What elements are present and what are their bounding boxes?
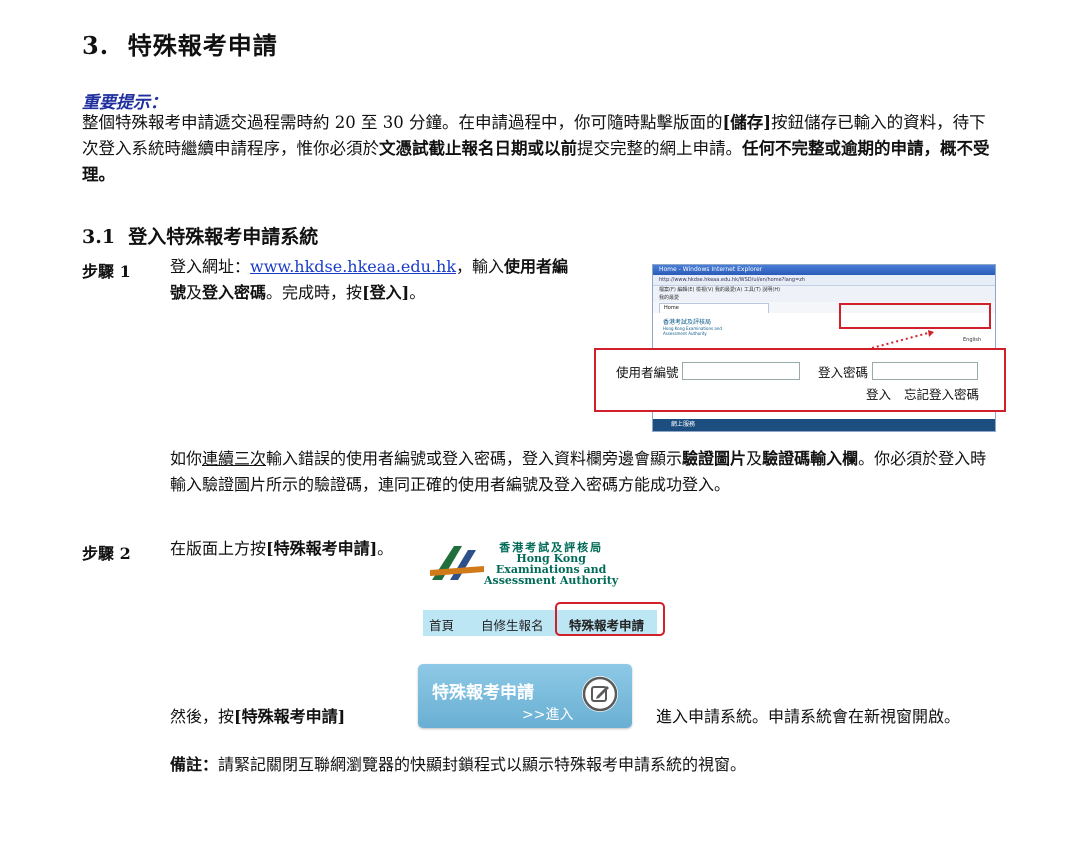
apply-button-title: 特殊報考申請	[432, 683, 534, 703]
login-link[interactable]: 登入	[866, 384, 891, 403]
online-services-bar: 網上服務	[653, 419, 995, 431]
browser-favorites: 我的最愛	[653, 294, 995, 302]
subsection-title: 3.1 登入特殊報考申請系統	[82, 226, 319, 248]
hkeaa-logo-mark	[430, 546, 484, 580]
mini-logo-en: Hong Kong Examinations and Assessment Au…	[663, 326, 722, 336]
edit-icon	[582, 676, 618, 712]
step2-then-text: 然後，按[特殊報考申請]	[170, 707, 346, 726]
mini-english-link: English	[963, 337, 982, 343]
step2-label: 步驟 2	[82, 544, 131, 563]
browser-menu: 檔案(F) 編輯(E) 檢視(V) 我的最愛(A) 工具(T) 說明(H)	[653, 286, 995, 294]
user-id-label: 使用者編號	[616, 365, 679, 380]
mini-logo-cn: 香港考試及評核局	[663, 319, 712, 326]
section-title: 3. 特殊報考申請	[82, 31, 278, 60]
step2-text: 在版面上方按[特殊報考申請]。	[170, 539, 394, 558]
apply-button-enter: >>進入	[522, 707, 574, 723]
special-application-button[interactable]: 特殊報考申請 >>進入	[418, 664, 632, 728]
step2-after-text: 進入申請系統。申請系統會在新視窗開啟。	[656, 707, 961, 726]
remark: 備註：請緊記關閉互聯網瀏覽器的快顯封鎖程式以顯示特殊報考申請系統的視窗。	[170, 755, 747, 774]
password-input[interactable]	[872, 362, 978, 380]
user-id-input[interactable]	[682, 362, 800, 380]
forgot-password-link[interactable]: 忘記登入密碼	[904, 384, 979, 403]
nav-self-study[interactable]: 自修生報名	[481, 615, 544, 634]
hkeaa-logo-text: 香港考試及評核局 Hong Kong Examinations and Asse…	[484, 542, 618, 586]
password-label: 登入密碼	[818, 365, 869, 380]
logo-en-3: Assessment Authority	[484, 574, 619, 587]
login-panel: 使用者編號 登入密碼 登入 忘記登入密碼	[594, 348, 1006, 412]
step1-note: 如你連續三次輸入錯誤的使用者編號或登入密碼，登入資料欄旁邊會顯示驗證圖片及驗證碼…	[170, 449, 987, 494]
step1-label: 步驟 1	[82, 262, 131, 281]
notice-paragraph: 整個特殊報考申請遞交過程需時約 20 至 30 分鐘。在申請過程中，你可隨時點擊…	[82, 113, 990, 184]
mini-logo: 香港考試及評核局 Hong Kong Examinations and Asse…	[663, 319, 733, 336]
browser-address-bar: http://www.hkdse.hkeaa.edu.hk/WSD/ul/en/…	[653, 275, 995, 286]
nav-highlight-box	[555, 602, 665, 636]
step1-text: 登入網址：www.hkdse.hkeaa.edu.hk，輸入使用者編號及登入密碼…	[170, 257, 569, 302]
mini-highlight-box	[839, 303, 991, 329]
pointer-dots	[871, 330, 934, 349]
browser-titlebar: Home - Windows Internet Explorer	[653, 265, 995, 275]
hkdse-url-link[interactable]: www.hkdse.hkeaa.edu.hk	[250, 257, 456, 276]
nav-home[interactable]: 首頁	[429, 615, 454, 634]
